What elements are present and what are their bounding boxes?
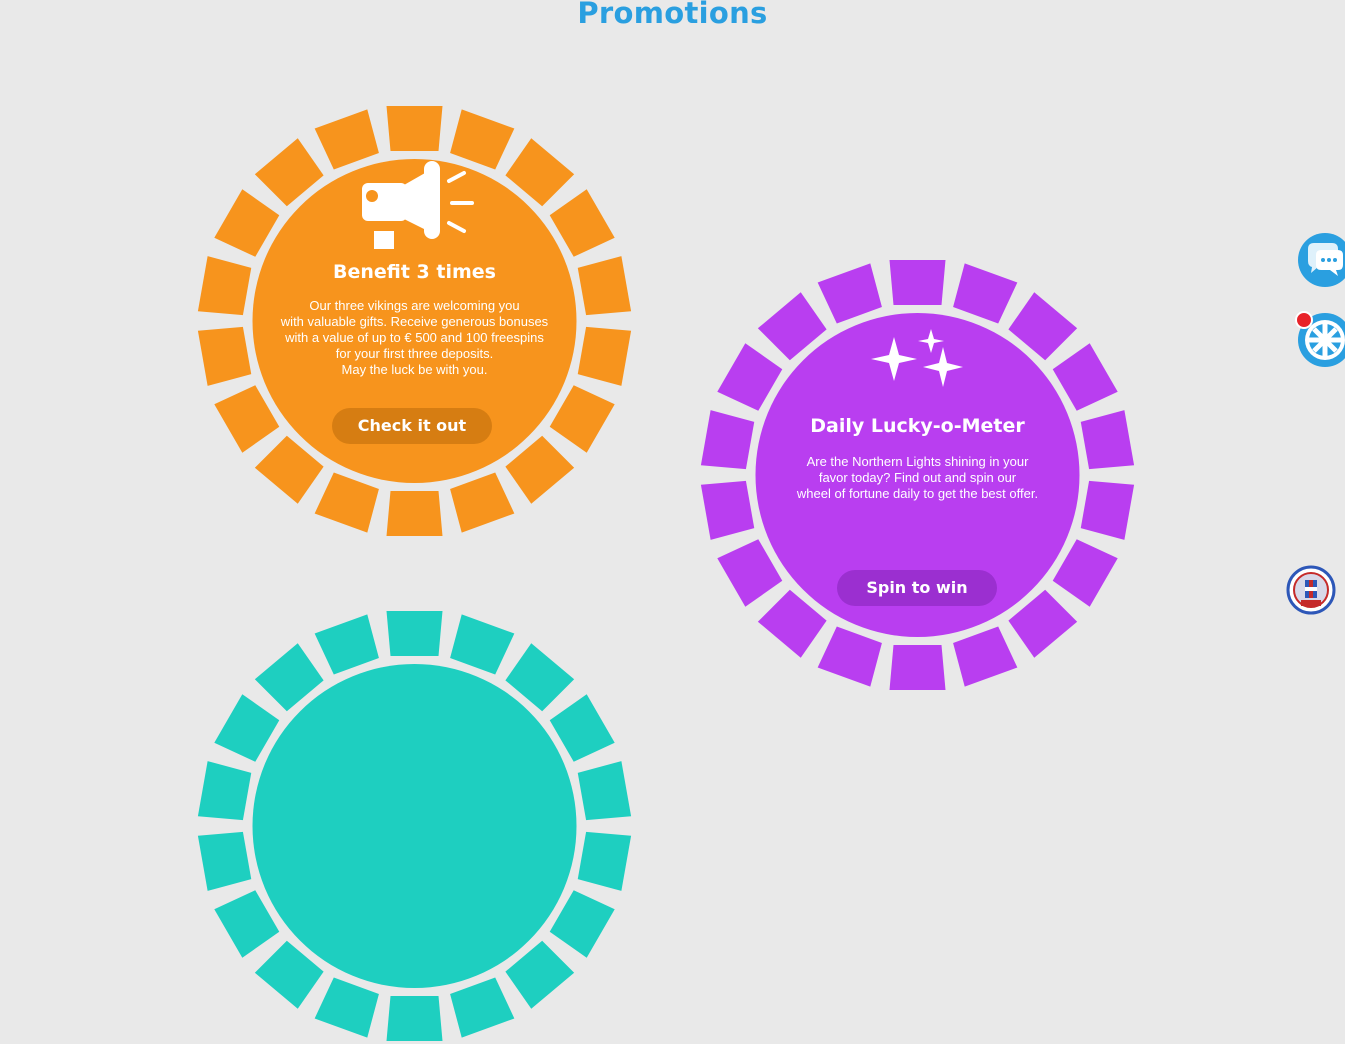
- notification-badge: [1295, 311, 1313, 329]
- spin-to-win-button[interactable]: Spin to win: [837, 570, 997, 606]
- gear-ray: [1052, 343, 1118, 411]
- gear-ray: [314, 977, 379, 1038]
- gear-body: [252, 664, 577, 988]
- gear-ray: [577, 831, 632, 891]
- gear-ray: [577, 761, 632, 821]
- gear-ray: [817, 263, 882, 324]
- gear-ray: [450, 977, 515, 1038]
- promo-title: Daily Lucky-o-Meter: [810, 415, 1025, 437]
- gear-ray: [386, 491, 443, 536]
- gear-ray: [314, 614, 379, 675]
- gear-ray: [214, 890, 280, 958]
- promo-card-lucky-o-meter: Daily Lucky-o-Meter Are the Northern Lig…: [697, 257, 1138, 693]
- gear-ray: [953, 263, 1018, 324]
- gear-ray: [197, 761, 252, 821]
- gear-ray: [214, 694, 280, 762]
- gear-ray: [386, 996, 443, 1041]
- gear-ray: [717, 343, 783, 411]
- check-it-out-button[interactable]: Check it out: [332, 408, 492, 444]
- gear-ray: [549, 694, 615, 762]
- gear-ray: [549, 385, 615, 453]
- page-title: Promotions: [577, 0, 768, 30]
- gear-ray: [953, 626, 1018, 687]
- gear-ray: [314, 472, 379, 533]
- gear-ray: [817, 626, 882, 687]
- gear-ray: [450, 614, 515, 675]
- promo-title: Benefit 3 times: [333, 261, 496, 283]
- gear-ray: [717, 539, 783, 607]
- gear-ray: [450, 472, 515, 533]
- chat-bubble-icon: [1308, 243, 1343, 276]
- chat-button[interactable]: [1298, 233, 1345, 287]
- license-seal-icon[interactable]: [1286, 562, 1336, 618]
- gear-ray: [889, 645, 946, 690]
- gear-ray: [549, 189, 615, 257]
- promo-card-teal: [194, 608, 635, 1044]
- gear-ray: [1052, 539, 1118, 607]
- gear-ray: [386, 106, 443, 151]
- gear-ray: [214, 385, 280, 453]
- gear-ray: [386, 611, 443, 656]
- sparkles-icon: [871, 329, 963, 387]
- gear-ray: [214, 189, 280, 257]
- gear-ray: [549, 890, 615, 958]
- gear-ray: [889, 260, 946, 305]
- megaphone-icon: [362, 161, 474, 249]
- promo-description: Are the Northern Lights shining in your …: [796, 454, 1039, 501]
- promo-card-benefit: Benefit 3 times Our three vikings are we…: [194, 103, 635, 539]
- sun-gear-shape: [197, 611, 632, 1041]
- promo-description: Our three vikings are welcoming you with…: [280, 298, 549, 377]
- gear-ray: [197, 831, 252, 891]
